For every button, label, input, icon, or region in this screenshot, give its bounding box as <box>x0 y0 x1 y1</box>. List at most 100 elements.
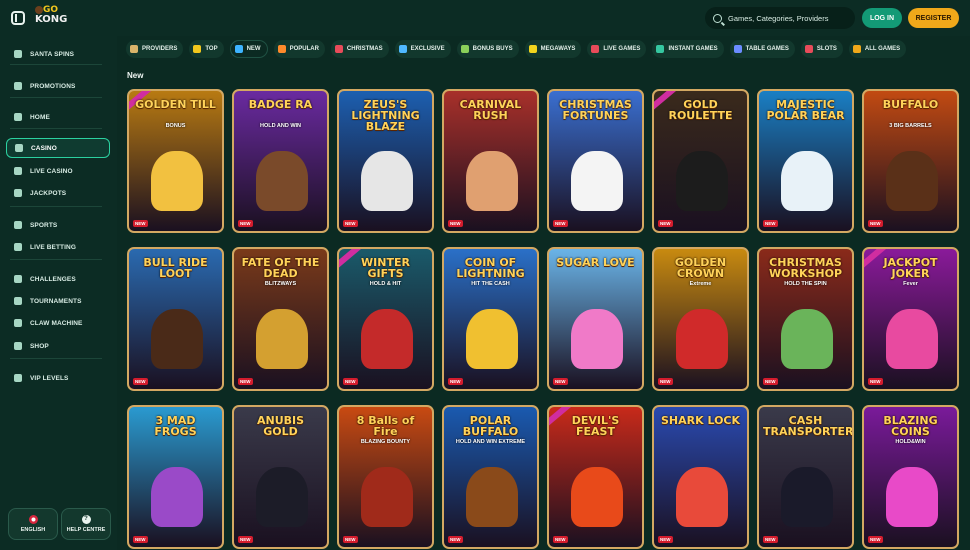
game-title: BULL RIDE LOOT <box>143 256 208 280</box>
game-artwork <box>151 151 203 211</box>
lightning-icon <box>234 45 243 53</box>
game-title: ANUBIS GOLD <box>256 414 305 438</box>
game-title: MAJESTIC POLAR BEAR <box>766 98 845 122</box>
tab-megaways[interactable]: MEGAWAYS <box>524 40 582 58</box>
tab-top[interactable]: TOP <box>189 40 224 58</box>
tab-label: BONUS BUYS <box>472 46 513 52</box>
game-card[interactable]: BULL RIDE LOOT NEW <box>127 247 224 391</box>
game-card[interactable]: ZEUS'S LIGHTNING BLAZE NEW <box>337 89 434 233</box>
tab-providers[interactable]: PROVIDERS <box>126 40 184 58</box>
game-title: BUFFALO <box>882 98 939 111</box>
game-card[interactable]: GOLDEN CROWN Extreme NEW <box>652 247 749 391</box>
game-card[interactable]: SUGAR LOVE NEW <box>547 247 644 391</box>
game-artwork <box>466 151 518 211</box>
game-title: CHRISTMAS FORTUNES <box>559 98 632 122</box>
tab-slots[interactable]: SLOTS <box>800 40 843 58</box>
new-badge: NEW <box>133 536 148 543</box>
game-card[interactable]: BADGE RA HOLD AND WIN NEW <box>232 89 329 233</box>
game-title: JACKPOT JOKER <box>883 256 938 280</box>
tab-bonus-buys[interactable]: BONUS BUYS <box>456 40 519 58</box>
game-card[interactable]: SHARK LOCK NEW <box>652 405 749 549</box>
game-card[interactable]: 3 MAD FROGS NEW <box>127 405 224 549</box>
fire-icon <box>277 45 286 53</box>
tab-christmas[interactable]: CHRISTMAS <box>330 40 389 58</box>
sidebar-item-tournaments[interactable]: TOURNAMENTS <box>6 291 110 311</box>
language-label: ENGLISH <box>20 527 46 533</box>
game-artwork <box>466 467 518 527</box>
tab-popular[interactable]: POPULAR <box>273 40 325 58</box>
new-badge: NEW <box>448 378 463 385</box>
game-title: BLAZING COINS <box>883 414 938 438</box>
game-artwork <box>256 309 308 369</box>
candy-cane-icon <box>334 45 343 53</box>
game-card[interactable]: FATE OF THE DEAD BLITZWAYS NEW <box>232 247 329 391</box>
sidebar-item-sports[interactable]: SPORTS <box>6 215 110 235</box>
game-artwork <box>886 309 938 369</box>
game-card[interactable]: GOLD ROULETTE NEW <box>652 89 749 233</box>
divider <box>10 259 102 260</box>
language-button[interactable]: ENGLISH <box>8 508 58 540</box>
game-title: POLAR BUFFALO <box>462 414 519 438</box>
game-card[interactable]: BUFFALO 3 BIG BARRELS NEW <box>862 89 959 233</box>
game-card[interactable]: POLAR BUFFALO HOLD AND WIN EXTREME NEW <box>442 405 539 549</box>
game-card[interactable]: 8 Balls of Fire BLAZING BOUNTY NEW <box>337 405 434 549</box>
search-icon <box>713 13 722 23</box>
tab-label: ALL GAMES <box>864 46 901 52</box>
help-centre-button[interactable]: ? HELP CENTRE <box>61 508 111 540</box>
search-bar[interactable] <box>705 7 855 29</box>
sidebar-item-label: CLAW MACHINE <box>30 319 83 327</box>
register-button[interactable]: REGISTER <box>908 8 959 28</box>
sidebar-item-label: TOURNAMENTS <box>30 297 82 305</box>
game-card[interactable]: ANUBIS GOLD NEW <box>232 405 329 549</box>
tab-all-games[interactable]: ALL GAMES <box>848 40 907 58</box>
sidebar-item-home[interactable]: HOME <box>6 107 110 127</box>
tab-table-games[interactable]: TABLE GAMES <box>729 40 795 58</box>
sidebar-item-shop[interactable]: SHOP <box>6 336 110 356</box>
game-card[interactable]: DEVIL'S FEAST NEW <box>547 405 644 549</box>
slots-icon <box>804 45 813 53</box>
tab-label: NEW <box>246 46 261 52</box>
sidebar-item-casino[interactable]: CASINO <box>6 138 110 158</box>
game-artwork <box>781 467 833 527</box>
game-card[interactable]: GOLDEN TILL BONUS NEW <box>127 89 224 233</box>
game-card[interactable]: CHRISTMAS WORKSHOP HOLD THE SPIN NEW <box>757 247 854 391</box>
game-card[interactable]: WINTER GIFTS HOLD & HIT NEW <box>337 247 434 391</box>
sidebar-item-live-betting[interactable]: LIVE BETTING <box>6 237 110 257</box>
sidebar-item-promotions[interactable]: PROMOTIONS <box>6 76 110 96</box>
divider <box>10 128 102 129</box>
tab-new[interactable]: NEW <box>229 40 268 58</box>
sidebar-item-claw-machine[interactable]: CLAW MACHINE <box>6 313 110 333</box>
search-input[interactable] <box>728 13 848 23</box>
new-badge: NEW <box>343 220 358 227</box>
live-casino-icon <box>14 167 22 175</box>
game-card[interactable]: CASH TRANSPORTER NEW <box>757 405 854 549</box>
logo[interactable]: GO KONG <box>35 5 69 31</box>
sidebar-item-label: LIVE BETTING <box>30 243 76 251</box>
tab-exclusive[interactable]: EXCLUSIVE <box>394 40 451 58</box>
game-card[interactable]: CHRISTMAS FORTUNES NEW <box>547 89 644 233</box>
tab-label: POPULAR <box>289 46 319 52</box>
game-title: CASH TRANSPORTER <box>763 414 854 438</box>
login-button[interactable]: LOG IN <box>862 8 902 28</box>
tab-instant-games[interactable]: INSTANT GAMES <box>652 40 724 58</box>
sidebar-item-challenges[interactable]: CHALLENGES <box>6 269 110 289</box>
game-card[interactable]: COIN OF LIGHTNING HIT THE CASH NEW <box>442 247 539 391</box>
game-card[interactable]: JACKPOT JOKER Fever NEW <box>862 247 959 391</box>
sidebar-item-santa-spins[interactable]: SANTA SPINS <box>6 44 110 64</box>
game-artwork <box>676 151 728 211</box>
sidebar-item-live-casino[interactable]: LIVE CASINO <box>6 161 110 181</box>
sidebar-toggle-icon[interactable] <box>11 11 25 25</box>
game-card[interactable]: MAJESTIC POLAR BEAR NEW <box>757 89 854 233</box>
game-card[interactable]: BLAZING COINS HOLD&WIN NEW <box>862 405 959 549</box>
game-card[interactable]: CARNIVAL RUSH NEW <box>442 89 539 233</box>
new-badge: NEW <box>658 220 673 227</box>
diamond-icon <box>398 45 407 53</box>
monkey-icon <box>35 6 43 14</box>
sidebar-item-jackpots[interactable]: JACKPOTS <box>6 183 110 203</box>
tab-live-games[interactable]: LIVE GAMES <box>587 40 647 58</box>
game-artwork <box>571 467 623 527</box>
table-icon <box>733 45 742 53</box>
sidebar-item-vip-levels[interactable]: VIP LEVELS <box>6 368 110 388</box>
sidebar-item-label: HOME <box>30 113 50 121</box>
sidebar-item-label: LIVE CASINO <box>30 167 73 175</box>
